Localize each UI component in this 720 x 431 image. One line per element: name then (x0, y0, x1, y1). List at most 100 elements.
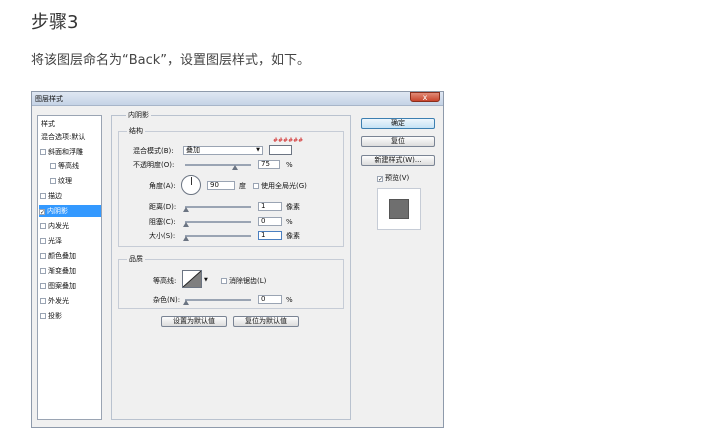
reset-default-button[interactable]: 复位为默认值 (233, 316, 299, 327)
close-button[interactable]: x (410, 92, 440, 102)
contour-label: 等高线: (153, 277, 177, 285)
angle-input[interactable]: 90 (207, 181, 235, 190)
style-item-label: 颜色叠加 (48, 252, 76, 260)
reset-button[interactable]: 复位 (361, 136, 435, 147)
opacity-slider-thumb[interactable] (231, 165, 238, 170)
contour-preview[interactable] (182, 270, 202, 288)
noise-input[interactable]: 0 (258, 295, 282, 304)
distance-label: 距离(D): (149, 203, 177, 211)
size-label: 大小(S): (149, 232, 176, 240)
style-item-inner-glow[interactable]: 内发光 (40, 220, 69, 232)
style-item-contour[interactable]: 等高线 (50, 160, 79, 172)
style-item-label: 斜面和浮雕 (48, 148, 83, 156)
close-icon: x (422, 93, 428, 102)
style-item-label: 图案叠加 (48, 282, 76, 290)
preview-label: 预览(V) (385, 174, 410, 182)
choke-slider-track[interactable] (185, 221, 251, 223)
size-input[interactable]: 1 (258, 231, 282, 240)
style-item-label: 渐变叠加 (48, 267, 76, 275)
checkbox-icon[interactable] (40, 149, 46, 155)
style-preview-swatch (389, 199, 409, 219)
size-unit: 像素 (286, 232, 300, 240)
checkbox-icon[interactable] (50, 178, 56, 184)
choke-value: 0 (261, 217, 266, 225)
chevron-down-icon[interactable]: ▼ (204, 276, 208, 285)
opacity-unit: % (286, 161, 293, 169)
styles-header[interactable]: 样式 (41, 118, 55, 130)
distance-value: 1 (261, 202, 266, 210)
angle-unit: 度 (239, 182, 246, 190)
checkbox-icon[interactable] (40, 313, 46, 319)
inner-shadow-title: 内阴影 (126, 111, 151, 120)
blend-mode-select[interactable]: 叠加 ▼ (183, 146, 263, 155)
noise-value: 0 (261, 295, 266, 303)
style-item-inner-shadow[interactable]: ✓ 内阴影 (39, 205, 101, 217)
checkbox-icon[interactable] (40, 253, 46, 259)
checkbox-icon[interactable] (50, 163, 56, 169)
layer-style-dialog: 图层样式 x 样式 混合选项:默认 斜面和浮雕 等高线 纹理 描边 ✓ 内阴影 内… (31, 91, 444, 428)
size-slider-track[interactable] (185, 235, 251, 237)
checkbox-icon[interactable] (221, 278, 227, 284)
checkbox-icon[interactable] (40, 193, 46, 199)
angle-dial[interactable] (181, 175, 201, 195)
style-item-satin[interactable]: 光泽 (40, 235, 62, 247)
blend-mode-label: 混合模式(B): (133, 147, 174, 155)
style-item-pattern-overlay[interactable]: 图案叠加 (40, 280, 76, 292)
distance-slider-thumb[interactable] (183, 207, 189, 212)
size-slider-thumb[interactable] (183, 236, 189, 241)
style-item-drop-shadow[interactable]: 投影 (40, 310, 62, 322)
style-item-stroke[interactable]: 描边 (40, 190, 62, 202)
checkbox-icon[interactable] (253, 183, 259, 189)
style-item-label: 描边 (48, 192, 62, 200)
distance-slider-track[interactable] (185, 206, 251, 208)
opacity-value: 75 (261, 160, 270, 168)
checkbox-icon[interactable] (40, 223, 46, 229)
opacity-input[interactable]: 75 (258, 160, 280, 169)
style-item-label: 投影 (48, 312, 62, 320)
angle-dial-needle (191, 177, 192, 185)
checkbox-icon[interactable] (40, 238, 46, 244)
style-item-label: 内发光 (48, 222, 69, 230)
instruction-text: 将该图层命名为“Back”，设置图层样式，如下。 (31, 53, 311, 68)
style-item-bevel-emboss[interactable]: 斜面和浮雕 (40, 146, 83, 158)
angle-label: 角度(A): (149, 182, 176, 190)
choke-slider-thumb[interactable] (183, 222, 189, 227)
checkbox-checked-icon[interactable]: ✓ (377, 176, 383, 183)
distance-unit: 像素 (286, 203, 300, 211)
style-item-outer-glow[interactable]: 外发光 (40, 295, 69, 307)
shadow-color-swatch[interactable] (269, 145, 292, 155)
noise-slider-track[interactable] (185, 299, 251, 301)
choke-input[interactable]: 0 (258, 217, 282, 226)
checkbox-icon[interactable] (40, 283, 46, 289)
antialias-label: 消除锯齿(L) (229, 277, 267, 285)
size-value: 1 (261, 231, 266, 239)
color-note: ###### (273, 137, 304, 144)
global-light-checkbox[interactable]: 使用全局光(G) (253, 182, 307, 191)
antialias-checkbox[interactable]: 消除锯齿(L) (221, 277, 266, 286)
style-preview-box (377, 188, 421, 230)
noise-slider-thumb[interactable] (183, 300, 189, 305)
preview-checkbox[interactable]: ✓ 预览(V) (377, 174, 409, 183)
checkbox-checked-icon[interactable]: ✓ (39, 209, 45, 216)
style-item-texture[interactable]: 纹理 (50, 175, 72, 187)
make-default-button[interactable]: 设置为默认值 (161, 316, 227, 327)
quality-group: 品质 等高线: ▼ 消除锯齿(L) 杂色(N): 0 % (118, 255, 344, 309)
noise-label: 杂色(N): (153, 296, 181, 304)
style-item-color-overlay[interactable]: 颜色叠加 (40, 250, 76, 262)
distance-input[interactable]: 1 (258, 202, 282, 211)
style-item-gradient-overlay[interactable]: 渐变叠加 (40, 265, 76, 277)
ok-button[interactable]: 确定 (361, 118, 435, 129)
checkbox-icon[interactable] (40, 268, 46, 274)
style-item-label: 外发光 (48, 297, 69, 305)
style-item-label: 等高线 (58, 162, 79, 170)
style-item-label: 内阴影 (47, 207, 68, 215)
blend-options-item[interactable]: 混合选项:默认 (41, 131, 85, 143)
step-title: 步骤3 (31, 12, 79, 33)
opacity-slider-track[interactable] (185, 164, 251, 166)
inner-shadow-panel: 内阴影 结构 ###### 混合模式(B): 叠加 ▼ 不透明度(O): 75 … (111, 111, 351, 420)
style-item-label: 纹理 (58, 177, 72, 185)
dialog-titlebar[interactable]: 图层样式 x (32, 92, 443, 106)
checkbox-icon[interactable] (40, 298, 46, 304)
angle-value: 90 (210, 181, 219, 189)
new-style-button[interactable]: 新建样式(W)... (361, 155, 435, 166)
